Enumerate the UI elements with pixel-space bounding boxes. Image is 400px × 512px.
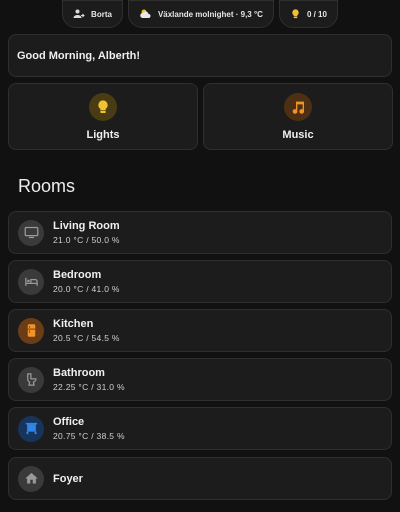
room-bedroom[interactable]: Bedroom 20.0 °C / 41.0 % [8,260,392,303]
rooms-heading: Rooms [18,176,76,196]
room-name: Bedroom [53,269,102,281]
lights-icon-badge [89,92,117,121]
greeting-text: Good Morning, Alberth! [17,49,141,62]
status-bar: Borta Växlande molnighet · 9,3 °C 0 / 10 [0,0,400,29]
room-climate: 20.0 °C / 41.0 % [53,284,120,294]
lights-tile-label: Lights [86,128,120,141]
fridge-icon [27,324,35,337]
lightbulb-icon [292,9,299,19]
room-climate: 20.75 °C / 38.5 % [53,431,125,441]
room-climate: 22.25 °C / 31.0 % [53,382,125,392]
room-climate: 20.5 °C / 54.5 % [53,333,120,343]
music-icon-badge [284,92,312,121]
room-name: Foyer [53,472,83,485]
room-living-room[interactable]: Living Room 21.0 °C / 50.0 % [8,211,392,254]
music-note-icon [292,101,304,114]
room-kitchen[interactable]: Kitchen 20.5 °C / 54.5 % [8,309,392,352]
lights-chip[interactable]: 0 / 10 [278,0,338,28]
presence-label: Borta [91,9,112,19]
weather-chip[interactable]: Växlande molnighet · 9,3 °C [127,0,274,28]
tv-icon [24,226,38,239]
room-foyer[interactable]: Foyer [8,457,392,500]
room-climate: 21.0 °C / 50.0 % [53,235,120,245]
person-away-icon [73,9,85,18]
toilet-icon [26,373,36,386]
window-blind-icon [25,422,37,435]
music-tile[interactable]: Music [203,83,393,150]
greeting-card: Good Morning, Alberth! [8,34,392,77]
room-icon-badge [18,366,44,393]
room-icon-badge [18,465,44,492]
room-name: Office [53,416,85,428]
lights-tile[interactable]: Lights [8,83,198,150]
lights-count-label: 0 / 10 [306,9,327,19]
weather-label: Växlande molnighet · 9,3 °C [157,9,263,19]
partly-cloudy-icon [140,9,151,18]
room-icon-badge [18,268,44,295]
lightbulb-icon [98,99,108,113]
room-name: Living Room [53,220,120,232]
room-name: Kitchen [53,318,94,330]
home-icon [24,472,38,484]
bed-icon [24,277,38,286]
room-bathroom[interactable]: Bathroom 22.25 °C / 31.0 % [8,358,392,401]
room-icon-badge [18,415,44,442]
music-tile-label: Music [282,128,314,141]
room-icon-badge [18,317,44,344]
presence-chip[interactable]: Borta [62,0,123,28]
room-icon-badge [18,219,44,246]
room-name: Bathroom [53,367,105,379]
room-office[interactable]: Office 20.75 °C / 38.5 % [8,407,392,450]
